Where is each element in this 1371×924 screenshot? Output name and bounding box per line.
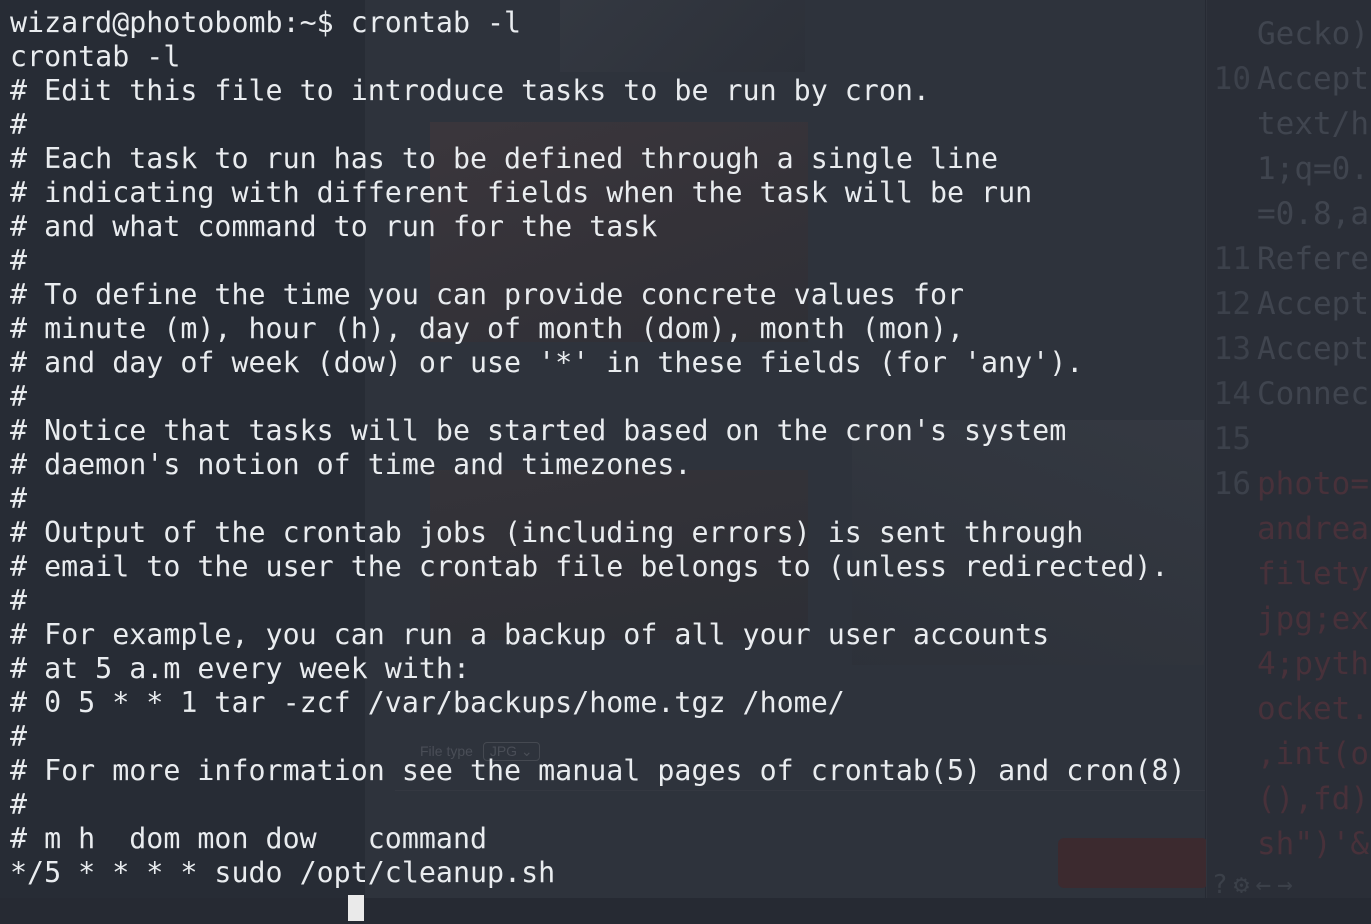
line-number: 15 [1213, 421, 1251, 457]
terminal-line: # 0 5 * * 1 tar -zcf /var/backups/home.t… [10, 686, 845, 719]
editor-line: jpg;ex [1207, 597, 1369, 642]
request-editor-pane: Gecko) 10 Accept text/h 1;q=0. =0.8,a 11 Refere… [1206, 0, 1371, 898]
line-number: 14 [1213, 376, 1251, 412]
terminal-line: # Each task to run has to be defined thr… [10, 142, 999, 175]
terminal-line: # [10, 788, 28, 821]
terminal-line: # daemon's notion of time and timezones. [10, 448, 692, 481]
line-text: Connec [1257, 376, 1369, 412]
terminal-line: # To define the time you can provide con… [10, 278, 965, 311]
line-number: 11 [1213, 241, 1251, 277]
line-text: 1;q=0. [1257, 151, 1369, 187]
line-text: 4;pyth [1257, 646, 1369, 682]
line-text: Accept [1257, 331, 1369, 367]
editor-line: (),fd) [1207, 777, 1369, 822]
terminal-line: # Output of the crontab jobs (including … [10, 516, 1084, 549]
editor-line: text/h [1207, 102, 1369, 147]
line-number: 16 [1213, 466, 1251, 502]
terminal-line: # and day of week (dow) or use '*' in th… [10, 346, 1084, 379]
line-text: photo= [1257, 466, 1369, 502]
line-text: jpg;ex [1257, 601, 1369, 637]
terminal-line: # For example, you can run a backup of a… [10, 618, 1050, 651]
terminal-line: # [10, 244, 28, 277]
editor-line: 4;pyth [1207, 642, 1369, 687]
line-text: andrea [1257, 511, 1369, 547]
editor-line: 11 Refere [1207, 237, 1369, 282]
line-text: text/h [1257, 106, 1369, 142]
forward-arrow-icon: → [1276, 870, 1299, 900]
terminal-line: # at 5 a.m every week with: [10, 652, 470, 685]
current-prompt-line[interactable] [10, 890, 1205, 924]
line-text: (),fd) [1257, 781, 1369, 817]
line-text: ,int(o [1257, 736, 1369, 772]
back-arrow-icon: ← [1255, 870, 1277, 900]
editor-line: 10 Accept [1207, 57, 1369, 102]
terminal-line: # minute (m), hour (h), day of month (do… [10, 312, 965, 345]
editor-line: andrea [1207, 507, 1369, 552]
line-text: ocket. [1257, 691, 1369, 727]
editor-toolbar-icons: ?⚙←→ [1212, 870, 1299, 900]
editor-line: =0.8,a [1207, 192, 1369, 237]
editor-line: sh")'& [1207, 822, 1369, 867]
editor-line: 13 Accept [1207, 327, 1369, 372]
terminal-line: # For more information see the manual pa… [10, 754, 1186, 787]
help-icon: ? [1212, 870, 1234, 900]
line-text: Accept [1257, 286, 1369, 322]
editor-line: 14 Connec [1207, 372, 1369, 417]
prompt-line: wizard@photobomb:~$ crontab -l [10, 6, 1205, 40]
terminal-line: # email to the user the crontab file bel… [10, 550, 1169, 583]
terminal-line: # Notice that tasks will be started base… [10, 414, 1067, 447]
line-number: 10 [1213, 61, 1251, 97]
terminal-line: */5 * * * * sudo /opt/cleanup.sh [10, 856, 556, 889]
terminal-output[interactable]: wizard@photobomb:~$ crontab -l crontab -… [10, 6, 1205, 924]
terminal-line: # [10, 380, 28, 413]
terminal-line: crontab -l [10, 40, 181, 73]
line-text: Refere [1257, 241, 1369, 277]
terminal-line: # [10, 482, 28, 515]
line-number: 12 [1213, 286, 1251, 322]
editor-line: 1;q=0. [1207, 147, 1369, 192]
line-text: filety [1257, 556, 1369, 592]
line-number: 13 [1213, 331, 1251, 367]
line-text: =0.8,a [1257, 196, 1369, 232]
editor-line: ocket. [1207, 687, 1369, 732]
terminal-line: # indicating with different fields when … [10, 176, 1033, 209]
editor-line: 15 [1207, 417, 1257, 462]
typed-command: crontab -l [333, 6, 522, 39]
terminal-line: # and what command to run for the task [10, 210, 658, 243]
shell-prompt: wizard@photobomb:~$ [10, 6, 334, 39]
terminal-line: # [10, 584, 28, 617]
line-text: Accept [1257, 61, 1369, 97]
editor-line: filety [1207, 552, 1369, 597]
editor-line: 12 Accept [1207, 282, 1369, 327]
terminal-line: # m h dom mon dow command [10, 822, 488, 855]
editor-line: Gecko) [1207, 12, 1369, 57]
terminal-line: # [10, 720, 28, 753]
terminal-line: # [10, 108, 28, 141]
line-text: Gecko) [1257, 16, 1369, 52]
editor-line: ,int(o [1207, 732, 1369, 777]
editor-line: 16 photo= [1207, 462, 1369, 507]
gear-icon: ⚙ [1233, 870, 1256, 900]
text-cursor [348, 895, 364, 921]
line-text: sh")'& [1257, 826, 1369, 862]
terminal-line: # Edit this file to introduce tasks to b… [10, 74, 930, 107]
